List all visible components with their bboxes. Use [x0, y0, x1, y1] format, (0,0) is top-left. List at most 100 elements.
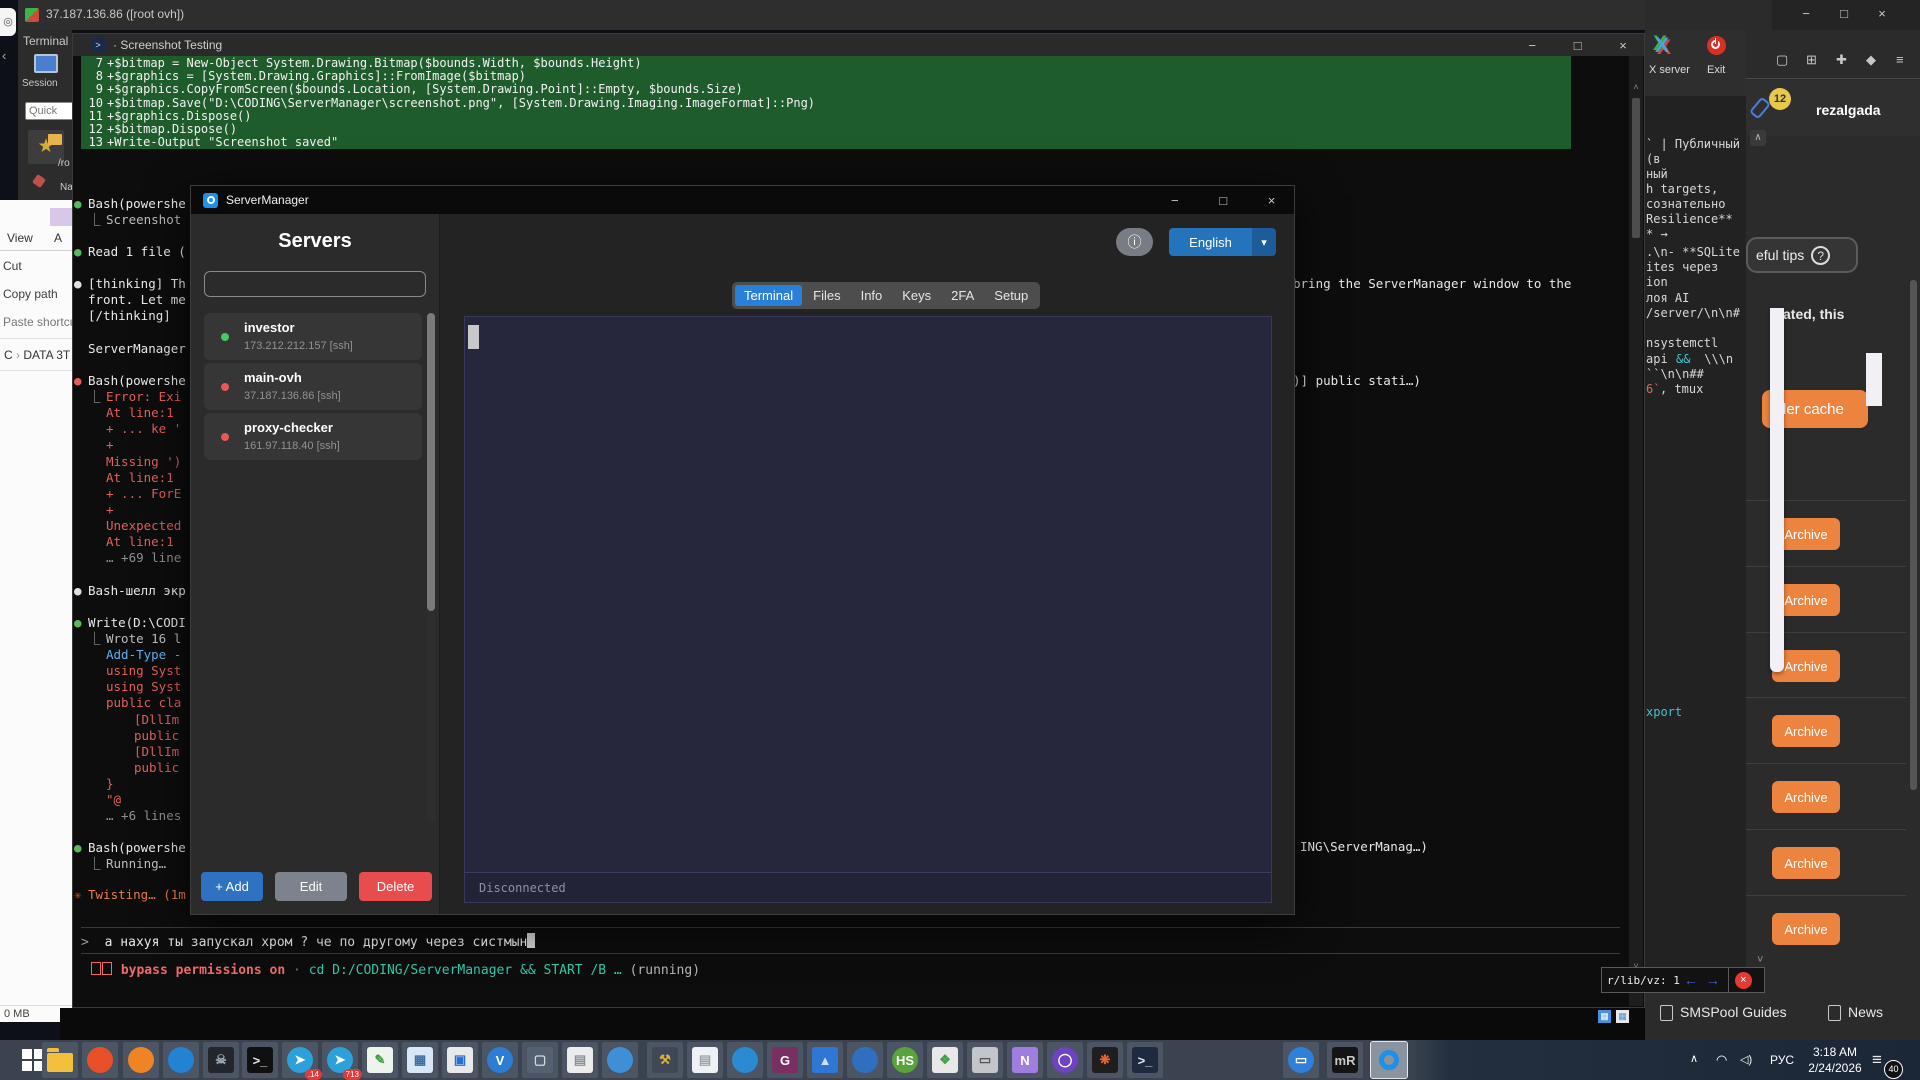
proxy-tool-icon[interactable]: ☠	[203, 1042, 239, 1078]
pin-icon[interactable]: ◎	[0, 8, 16, 36]
language-label[interactable]: English	[1169, 228, 1252, 256]
collapse-icon[interactable]: ‹	[2, 48, 6, 63]
scrollbar[interactable]	[1910, 280, 1917, 790]
terminal-panel[interactable]: Disconnected	[464, 316, 1272, 903]
cli-prompt[interactable]: > а нахуя ты запускал хром ? че по друго…	[81, 933, 535, 950]
arrow-left-icon[interactable]: ←	[1684, 972, 1698, 988]
telegram2-icon[interactable]: ➤713	[322, 1042, 358, 1078]
folder-icon[interactable]	[48, 134, 62, 145]
notes-icon[interactable]: ▤	[562, 1042, 598, 1078]
arrow-right-icon[interactable]: →	[1706, 972, 1720, 988]
tab-2fa[interactable]: 2FA	[942, 285, 983, 306]
keyboard-language[interactable]: РУС	[1770, 1053, 1794, 1067]
app-window-icon[interactable]: ▣	[442, 1042, 478, 1078]
scrollbar[interactable]: ˄ ˅	[1629, 56, 1643, 1006]
tab-info[interactable]: Info	[852, 285, 892, 306]
minimize-icon[interactable]: −	[1511, 38, 1553, 53]
archive-button[interactable]: Archive	[1772, 913, 1840, 945]
minimize-icon[interactable]: −	[1152, 186, 1197, 214]
github-icon[interactable]: ◯	[1047, 1042, 1083, 1078]
bookmark-link[interactable]: SMSPool Guides	[1680, 1004, 1787, 1020]
tab-app[interactable]: A	[54, 231, 62, 245]
tab-files[interactable]: Files	[804, 285, 849, 306]
scrollbar-thumb[interactable]	[427, 313, 435, 611]
telegram-icon[interactable]: ➤.14	[282, 1042, 318, 1078]
remote-desktop-icon[interactable]: ▭	[1283, 1042, 1319, 1078]
info-button[interactable]: ⓘ	[1116, 228, 1153, 256]
server-list-item[interactable]: main-ovh37.187.136.86 [ssh]	[204, 363, 422, 410]
heidisql-icon[interactable]: HS	[887, 1042, 923, 1078]
figma-icon[interactable]: ❋	[1087, 1042, 1123, 1078]
edit-server-button[interactable]: Edit	[275, 872, 347, 901]
grid-icon[interactable]: ▦	[1616, 1010, 1629, 1023]
start-button[interactable]	[22, 1049, 44, 1071]
maximize-icon[interactable]: □	[1201, 186, 1246, 214]
tab-view[interactable]: View	[7, 231, 33, 245]
grid-icon[interactable]: ▦	[1598, 1010, 1611, 1023]
tray-clock[interactable]: 3:18 AM 2/24/2026	[1806, 1044, 1864, 1076]
octopus-icon[interactable]	[847, 1042, 883, 1078]
menu-terminal[interactable]: Terminal	[23, 34, 68, 48]
session-icon[interactable]	[34, 54, 58, 73]
tab-setup[interactable]: Setup	[985, 285, 1037, 306]
mremoteng-icon[interactable]: mR	[1327, 1042, 1363, 1078]
g-doc-icon[interactable]: G	[767, 1042, 803, 1078]
chevron-down-icon[interactable]: ˅	[1757, 954, 1763, 966]
breadcrumb[interactable]: C › DATA 3T	[4, 348, 70, 362]
close-icon[interactable]: ×	[1602, 38, 1644, 53]
prompt-input-text[interactable]: а нахуя ты запускал хром ? че по другому…	[105, 935, 528, 950]
server-list-item[interactable]: proxy-checker161.97.118.40 [ssh]	[204, 413, 422, 460]
language-dropdown[interactable]: English ▾	[1169, 228, 1276, 256]
add-server-button[interactable]: + Add	[201, 872, 263, 901]
close-icon[interactable]: ×	[1249, 186, 1294, 214]
firefox-icon[interactable]	[123, 1042, 159, 1078]
tools-icon[interactable]: ⚒	[647, 1042, 683, 1078]
quick-search-input[interactable]	[25, 102, 77, 120]
breadcrumb-drive[interactable]: C	[4, 348, 13, 362]
scrollbar-thumb[interactable]	[1632, 98, 1640, 238]
menu-paste-shortcut[interactable]: Paste shortcut	[0, 308, 72, 336]
bookmark-link[interactable]: News	[1848, 1004, 1883, 1020]
file-explorer-icon[interactable]	[42, 1042, 78, 1078]
speaker-icon[interactable]: ◁)	[1740, 1053, 1752, 1066]
server-search-input[interactable]	[204, 271, 426, 297]
delete-server-button[interactable]: Delete	[359, 872, 432, 901]
blue-ball-icon-glyph	[732, 1047, 758, 1073]
archive-button[interactable]: Archive	[1772, 781, 1840, 813]
server-list-item[interactable]: investor173.212.212.157 [ssh]	[204, 313, 422, 360]
blue-app-icon[interactable]	[602, 1042, 638, 1078]
archive-button[interactable]: Archive	[1772, 715, 1840, 747]
scroll-up-icon[interactable]: ˄	[1629, 82, 1643, 92]
thunderbird-icon[interactable]	[163, 1042, 199, 1078]
app-gray-icon[interactable]: ▢	[522, 1042, 558, 1078]
notion-icon[interactable]: N	[1007, 1042, 1043, 1078]
v-app-icon[interactable]: V	[482, 1042, 518, 1078]
fav-na-label[interactable]: Na	[60, 182, 73, 193]
tray-chevron-up-icon[interactable]: ∧	[1690, 1052, 1698, 1065]
brave-icon[interactable]	[82, 1042, 118, 1078]
menu-copy-path[interactable]: Copy path	[0, 280, 72, 308]
tab-keys[interactable]: Keys	[893, 285, 940, 306]
fav-ro-label[interactable]: /ro	[58, 158, 70, 169]
cmd-icon[interactable]: >_	[242, 1042, 278, 1078]
dropdown-strip[interactable]	[1770, 308, 1784, 672]
mobaxterm-icon[interactable]: ❖	[927, 1042, 963, 1078]
blue-ball-icon[interactable]	[727, 1042, 763, 1078]
calculator-icon[interactable]: ▦	[402, 1042, 438, 1078]
close-icon[interactable]: ×	[1735, 972, 1752, 989]
archive-button[interactable]: Archive	[1772, 847, 1840, 879]
chevron-down-icon[interactable]: ▾	[1252, 228, 1276, 256]
powershell-icon[interactable]: >_	[1127, 1042, 1163, 1078]
photos-icon[interactable]: ▲	[807, 1042, 843, 1078]
menu-cut[interactable]: Cut	[0, 252, 72, 280]
notifications-icon[interactable]: ≡	[1872, 1050, 1882, 1070]
maximize-icon[interactable]: □	[1557, 38, 1599, 53]
servermanager-icon[interactable]	[1371, 1042, 1407, 1078]
pc-icon[interactable]: ▭	[967, 1042, 1003, 1078]
notepad-icon[interactable]: ▤	[687, 1042, 723, 1078]
notepadpp-icon[interactable]: ✎	[362, 1042, 398, 1078]
wifi-icon[interactable]: ◠	[1716, 1052, 1727, 1068]
breadcrumb-folder[interactable]: DATA 3T	[23, 348, 70, 362]
scrollbar[interactable]	[427, 313, 435, 823]
tab-terminal[interactable]: Terminal	[735, 285, 802, 306]
